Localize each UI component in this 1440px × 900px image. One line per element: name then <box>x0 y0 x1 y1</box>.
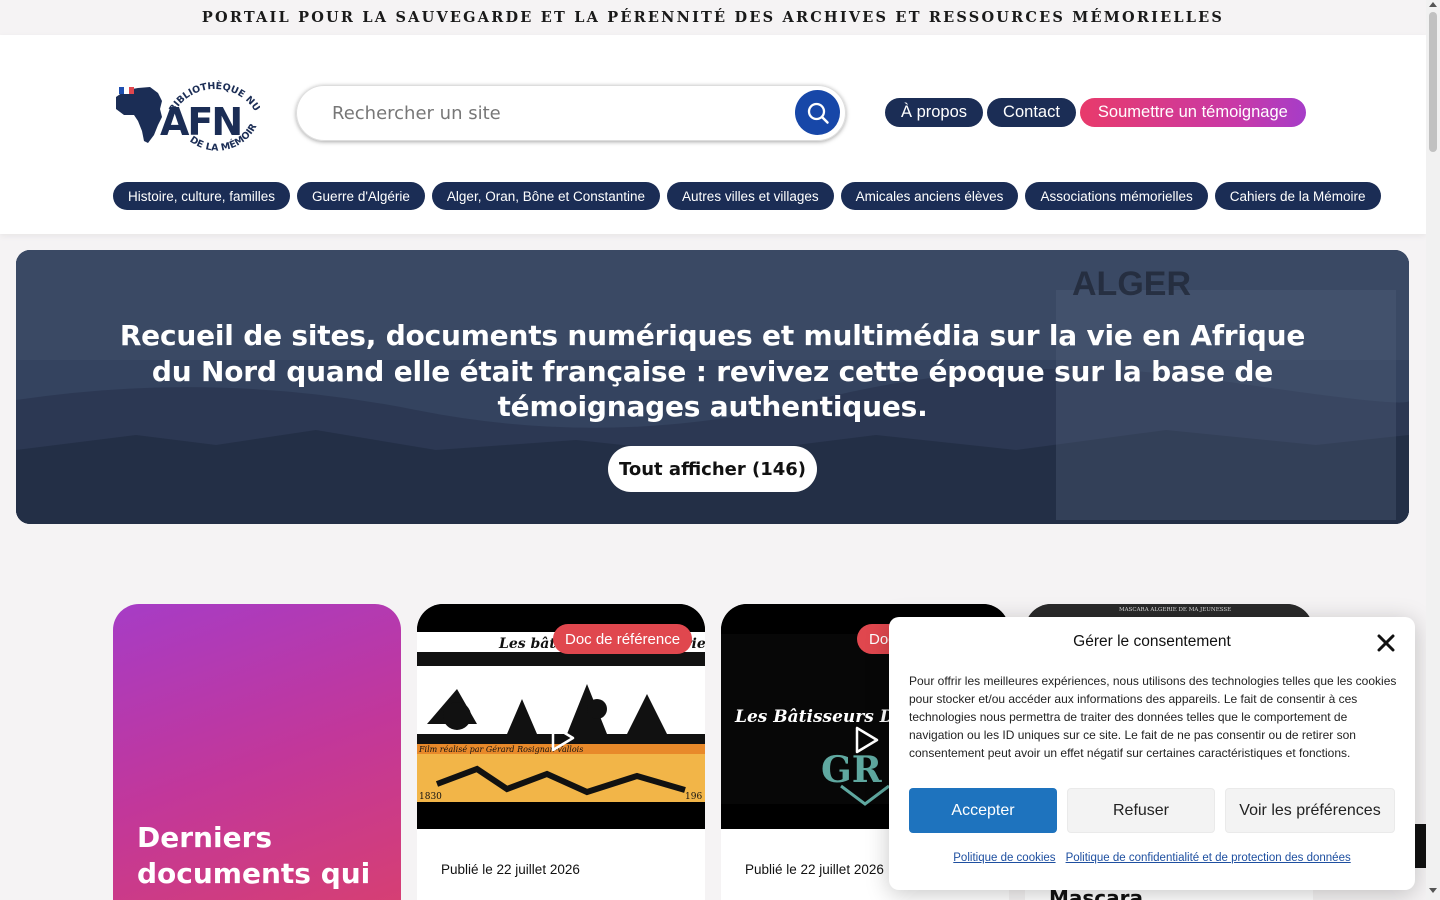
cookie-policy-link[interactable]: Politique de cookies <box>953 852 1055 864</box>
nav-item-amicales[interactable]: Amicales anciens élèves <box>840 182 1019 210</box>
nav-item-histoire[interactable]: Histoire, culture, familles <box>113 182 291 210</box>
thumbnail-year-start: 1830 <box>419 792 442 802</box>
nav-item-cahiers[interactable]: Cahiers de la Mémoire <box>1214 182 1381 210</box>
search-input[interactable] <box>332 102 792 124</box>
site-search <box>296 85 846 141</box>
site-logo[interactable]: AFN BIBLIOTHÈQUE NUMÉRIQUE DE LA MÉMOIRE <box>107 48 262 167</box>
svg-text:GR: GR <box>821 749 883 791</box>
contact-button[interactable]: Contact <box>987 98 1076 127</box>
header-actions: À propos Contact Soumettre un témoignage <box>885 98 1306 127</box>
scroll-up-arrow-icon[interactable] <box>1429 2 1437 7</box>
search-button[interactable] <box>795 90 840 135</box>
latest-documents-card: Derniers documents qui <box>113 604 401 900</box>
search-icon <box>807 102 829 124</box>
document-card[interactable]: Les bâtisseurs de l'Algérie coloniale Fi… <box>417 604 705 900</box>
nav-item-guerre[interactable]: Guerre d'Algérie <box>297 182 425 210</box>
scrollbar-thumb[interactable] <box>1429 12 1437 152</box>
thumbnail-header: MASCARA ALGERIE DE MA JEUNESSE <box>1119 607 1231 613</box>
publish-date: Publié le 22 juillet 2026 <box>441 862 580 877</box>
about-button[interactable]: À propos <box>885 98 984 127</box>
accept-button[interactable]: Accepter <box>909 788 1057 833</box>
latest-documents-title: Derniers documents qui <box>137 821 371 890</box>
privacy-policy-link[interactable]: Politique de confidentialité et de prote… <box>1066 852 1351 864</box>
hero-title: Recueil de sites, documents numériques e… <box>119 319 1306 423</box>
hero-photo-caption: ALGER <box>1072 265 1191 303</box>
category-nav: Histoire, culture, familles Guerre d'Alg… <box>113 182 1381 210</box>
close-icon[interactable] <box>1376 633 1396 653</box>
publish-date: Publié le 22 juillet 2026 <box>745 862 884 877</box>
show-all-button[interactable]: Tout afficher (146) <box>608 446 817 492</box>
scroll-down-arrow-icon[interactable] <box>1429 888 1437 893</box>
thumbnail-title: Les Bâtisseurs De <box>734 707 905 727</box>
reference-doc-badge: Doc de référence <box>553 624 693 654</box>
thumbnail-year-end: 196 <box>685 792 702 802</box>
nav-item-autres-villes[interactable]: Autres villes et villages <box>667 182 834 210</box>
consent-title: Gérer le consentement <box>1073 633 1231 650</box>
consent-body: Pour offrir les meilleures expériences, … <box>909 674 1397 760</box>
site-header: AFN BIBLIOTHÈQUE NUMÉRIQUE DE LA MÉMOIRE… <box>0 35 1426 234</box>
refuse-button[interactable]: Refuser <box>1067 788 1215 833</box>
consent-links: Politique de cookies Politique de confid… <box>889 852 1415 864</box>
preferences-button[interactable]: Voir les préférences <box>1225 788 1395 833</box>
nav-item-grandes-villes[interactable]: Alger, Oran, Bône et Constantine <box>431 182 661 210</box>
submit-testimony-button[interactable]: Soumettre un témoignage <box>1079 98 1306 127</box>
site-tagline: PORTAIL POUR LA SAUVEGARDE ET LA PÉRENNI… <box>201 9 1225 26</box>
hero-banner: ALGER Recueil de sites, documents numéri… <box>16 250 1409 524</box>
nav-item-associations[interactable]: Associations mémorielles <box>1025 182 1208 210</box>
cookie-consent-dialog: Gérer le consentement Pour offrir les me… <box>889 617 1415 890</box>
top-tagline-bar: PORTAIL POUR LA SAUVEGARDE ET LA PÉRENNI… <box>0 0 1426 35</box>
page-scrollbar[interactable] <box>1426 0 1440 900</box>
